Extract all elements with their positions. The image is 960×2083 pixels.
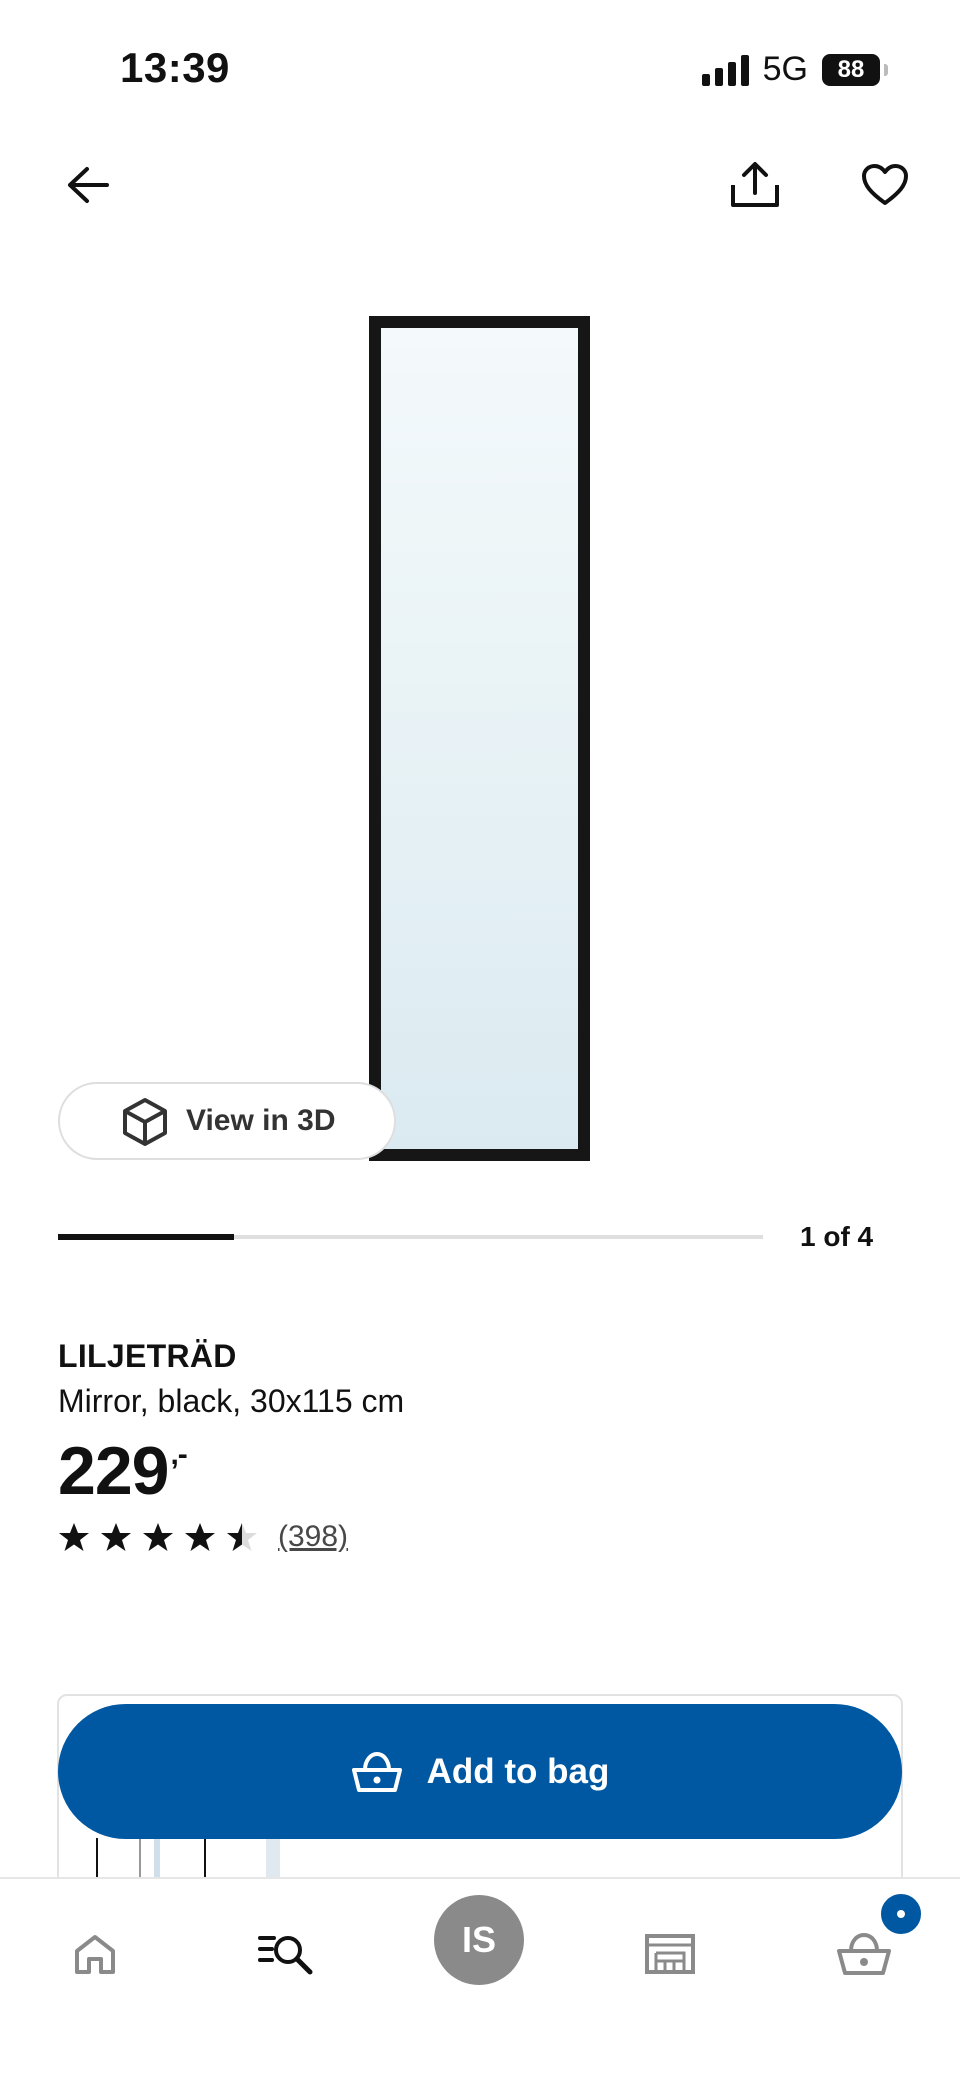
star-full-icon bbox=[101, 1523, 131, 1551]
star-full-icon bbox=[185, 1523, 215, 1551]
rating-stars bbox=[58, 1521, 258, 1553]
store-icon bbox=[645, 1934, 695, 1974]
home-icon bbox=[75, 1935, 115, 1974]
signal-icon bbox=[701, 54, 749, 86]
add-to-bag-label: Add to bag bbox=[426, 1751, 610, 1791]
star-full-icon bbox=[59, 1523, 89, 1551]
cube-3d-icon bbox=[123, 1098, 167, 1146]
share-icon bbox=[731, 162, 779, 207]
price-suffix: ,- bbox=[170, 1438, 187, 1471]
view-in-3d-button[interactable]: View in 3D bbox=[58, 1082, 396, 1160]
review-count-link[interactable]: (398) bbox=[278, 1520, 348, 1554]
product-rating[interactable]: (398) bbox=[58, 1520, 348, 1554]
status-indicators: 5G 88 bbox=[701, 50, 888, 89]
bottom-navigation: IS bbox=[0, 1877, 960, 2083]
gallery-progress-fill bbox=[58, 1234, 235, 1240]
search-list-icon bbox=[258, 1936, 313, 1975]
gallery-progress bbox=[58, 1234, 763, 1240]
star-full-icon bbox=[143, 1523, 173, 1551]
nav-stores[interactable] bbox=[635, 1919, 705, 1989]
battery-level: 88 bbox=[837, 55, 865, 83]
add-to-bag-button[interactable]: Add to bag bbox=[58, 1704, 902, 1839]
heart-icon bbox=[862, 164, 908, 205]
nav-home[interactable] bbox=[60, 1919, 130, 1989]
cart-icon bbox=[837, 1932, 891, 1975]
arrow-left-icon bbox=[68, 167, 109, 203]
battery-icon: 88 bbox=[822, 53, 888, 86]
nav-search[interactable] bbox=[252, 1919, 322, 1989]
product-name: LILJETRÄD bbox=[58, 1338, 237, 1374]
product-description: Mirror, black, 30x115 cm bbox=[58, 1383, 405, 1419]
network-type: 5G bbox=[762, 50, 808, 88]
status-time: 13:39 bbox=[120, 44, 230, 91]
back-button[interactable] bbox=[58, 155, 118, 215]
favorite-button[interactable] bbox=[855, 155, 915, 215]
mirror-glass bbox=[381, 328, 578, 1149]
profile-avatar[interactable]: IS bbox=[434, 1895, 524, 1985]
star-half-icon bbox=[227, 1523, 257, 1551]
view-in-3d-label: View in 3D bbox=[186, 1104, 336, 1137]
product-price: 229 ,- bbox=[58, 1432, 188, 1510]
share-button[interactable] bbox=[725, 155, 785, 215]
price-amount: 229 bbox=[58, 1433, 169, 1509]
cart-badge bbox=[878, 1891, 924, 1937]
gallery-page-indicator: 1 of 4 bbox=[800, 1221, 874, 1252]
shopping-basket-icon bbox=[351, 1751, 402, 1792]
product-image[interactable] bbox=[369, 316, 590, 1161]
